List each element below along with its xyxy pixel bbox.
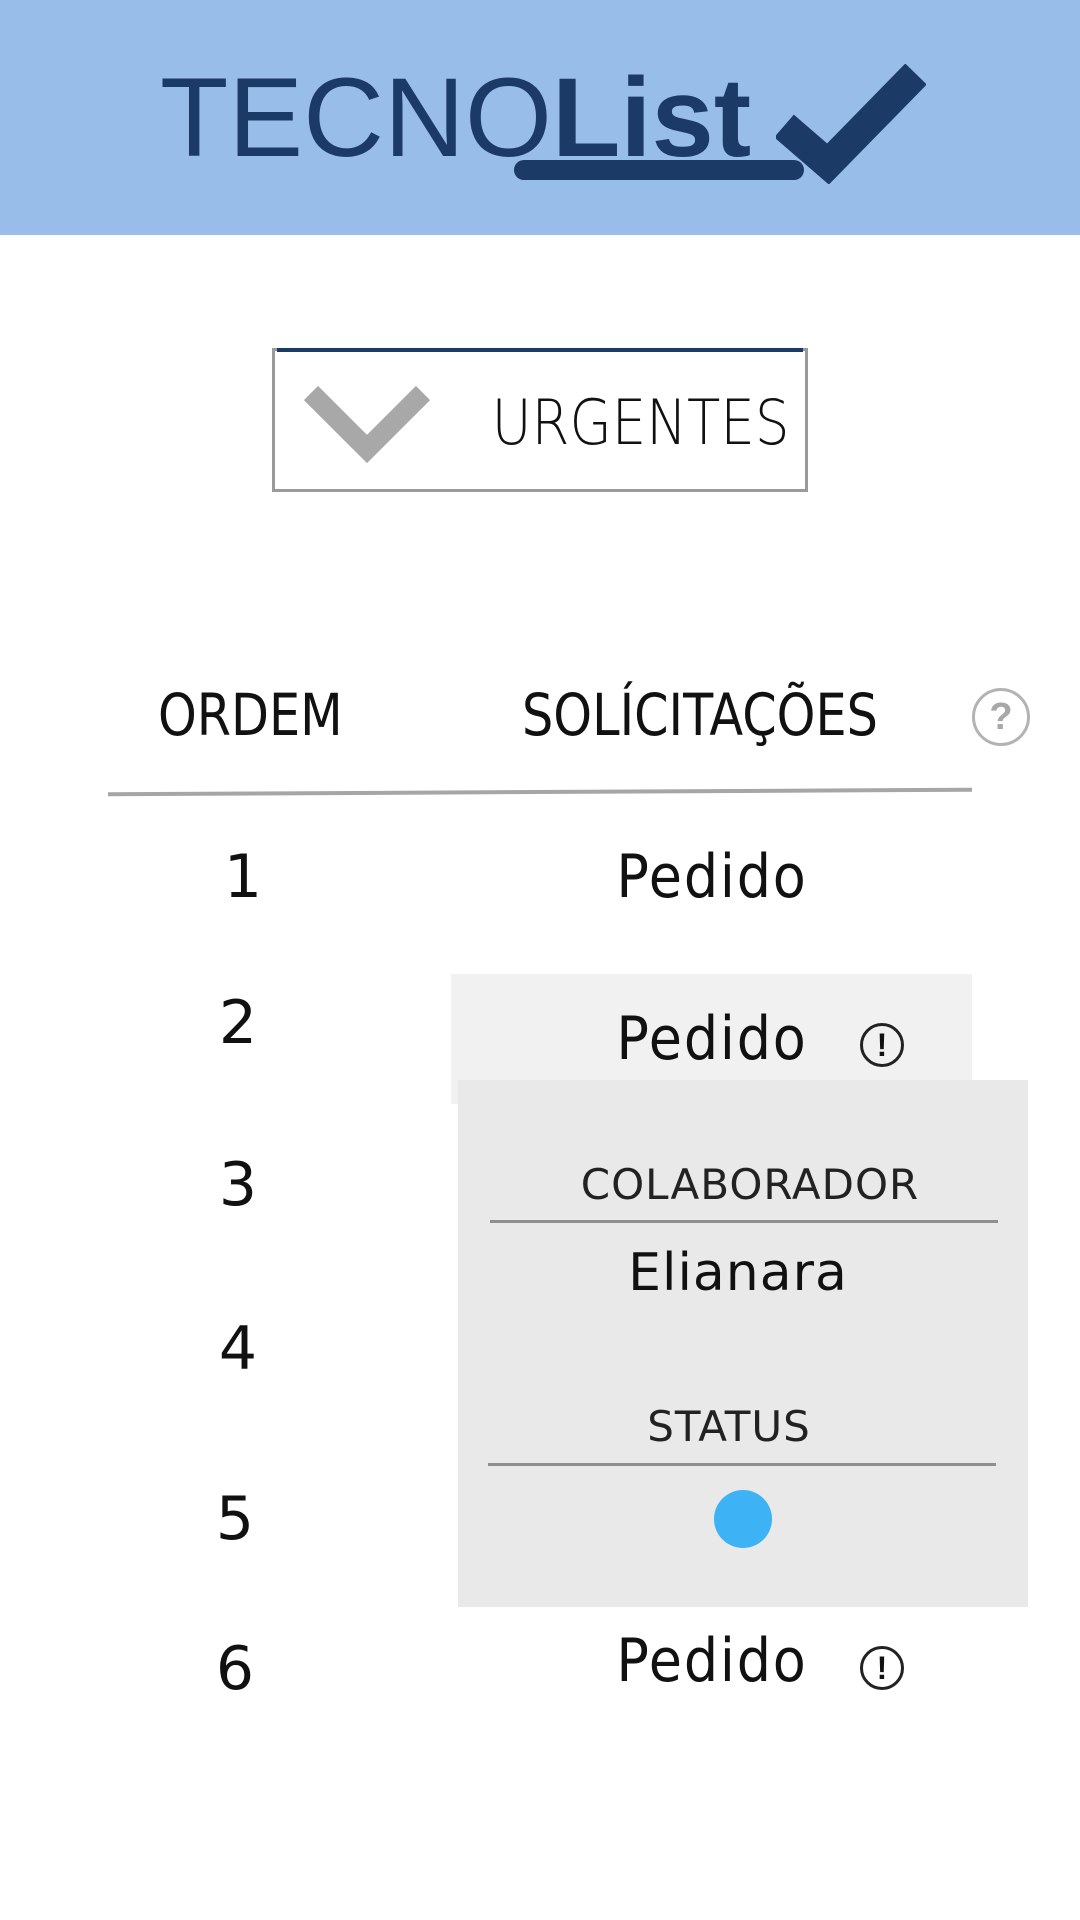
row-order-5: 5	[215, 1484, 255, 1554]
column-header-requests: SOLÍCITAÇÕES	[522, 681, 878, 749]
row-order-1: 1	[223, 842, 263, 912]
request-detail-popover: COLABORADOR Elianara STATUS	[458, 1080, 1028, 1607]
logo-underline	[514, 160, 804, 180]
row-request-6[interactable]: Pedido	[595, 1626, 829, 1696]
collaborator-divider	[490, 1220, 998, 1223]
table-header-divider	[107, 787, 973, 797]
alert-icon[interactable]: !	[860, 1023, 904, 1067]
collaborator-label: COLABORADOR	[580, 1160, 920, 1209]
row-order-6: 6	[215, 1634, 255, 1704]
row-order-3: 3	[218, 1150, 258, 1220]
filter-dropdown[interactable]: URGENTES	[272, 348, 808, 492]
checkmark-icon	[776, 64, 926, 184]
dropdown-selected-value: URGENTES	[491, 386, 789, 459]
app-header: TECNOList	[0, 0, 1080, 235]
collaborator-value: Elianara	[628, 1243, 848, 1303]
alert-icon[interactable]: !	[860, 1646, 904, 1690]
row-order-2: 2	[218, 988, 258, 1058]
row-order-4: 4	[218, 1314, 258, 1384]
column-header-order: ORDEM	[158, 681, 343, 749]
status-divider	[488, 1463, 996, 1466]
status-indicator	[714, 1490, 772, 1548]
chevron-down-icon[interactable]	[303, 383, 431, 465]
help-icon[interactable]: ?	[972, 688, 1030, 746]
dropdown-top-accent	[277, 348, 803, 352]
logo-text-light: TECNO	[160, 55, 552, 180]
row-request-1[interactable]: Pedido	[595, 842, 829, 912]
status-label: STATUS	[647, 1402, 811, 1451]
row-request-2[interactable]: Pedido	[595, 1004, 829, 1074]
